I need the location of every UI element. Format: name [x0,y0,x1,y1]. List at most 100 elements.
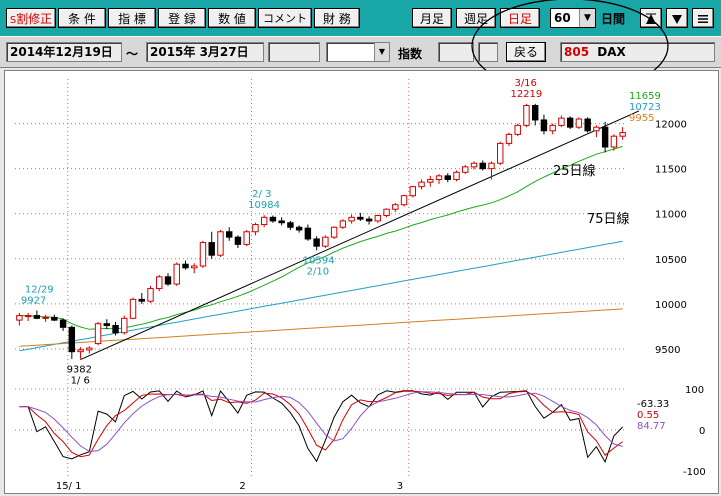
main-toolbar: S割修正 条 件 指 標 登 録 数 値 コメント 財 務 月足 週足 日足 6… [0,0,721,36]
candle-body [121,317,128,334]
candle-body [252,224,259,233]
annotation-label: 10984 [248,200,280,211]
monthly-button[interactable]: 月足 [412,8,452,28]
candle-body [409,186,417,197]
candle-body [208,242,215,256]
osc-tick-label: -100 [683,467,706,478]
candle-body [584,118,591,132]
candle-body [531,105,539,121]
triangle-up-left-icon [646,13,656,24]
candle-body [287,222,294,228]
candle-body [566,117,574,128]
candle-body [173,263,180,285]
candle-body [182,263,189,269]
candle-body [199,242,207,267]
chevron-down-icon: ▼ [374,43,389,61]
register-button[interactable]: 登 録 [158,8,206,28]
date-tick-label: 2 [239,481,245,492]
candle-body [112,325,119,334]
candle-body [540,119,548,132]
annotation-label: 2/10 [307,266,329,277]
values-button[interactable]: 数 値 [208,8,256,28]
candle-body [479,162,486,170]
index-label: 指数 [398,47,423,61]
candle-body [278,220,285,224]
triangle-down-icon [672,15,682,24]
candle-body [225,231,233,238]
candle-body [313,238,320,247]
osc-value: 0.55 [637,410,659,421]
candle-body [260,216,268,226]
conditions-button[interactable]: 条 件 [58,8,106,28]
candle-body [330,226,338,238]
candle-body [392,204,399,210]
candle-body [86,347,93,351]
candle-body [348,216,355,222]
back-button[interactable]: 戻る [506,42,546,62]
market-select[interactable]: ▼ [326,42,390,62]
candle-body [365,218,373,222]
price-legend-value: 10723 [629,102,661,113]
osc-tick-label: 0 [699,426,705,437]
candle-body [497,142,504,164]
candle-body [418,181,425,188]
candle-body [295,226,303,231]
empty-field[interactable] [268,42,320,62]
annotation-label: 12/29 [25,284,54,295]
price-tick-label: 10500 [655,255,687,266]
price-legend-value: 11659 [629,91,661,102]
candle-body [593,126,600,132]
stock-code-field[interactable]: 805 DAX [560,42,715,62]
ma-long-line [19,308,623,347]
osc-value: -63.33 [637,399,669,410]
candle-body [488,162,495,170]
index-field-2[interactable] [478,42,498,62]
candle-body [400,195,408,206]
candle-body [129,298,137,319]
candle-body [549,124,556,132]
candle-body [462,166,469,173]
date-to-field[interactable]: 2015年 3月27日 [146,42,264,62]
candle-body [383,208,390,217]
ma25-label: 25日線 [553,163,596,179]
chart-area[interactable]: 12000 11500 11000 10500 10000 9500 15/ 1 2 3 12/2… [4,70,719,494]
days-label: 日間 [601,12,626,26]
days-count-value: 60 [554,11,571,25]
index-field-1[interactable] [438,42,474,62]
trend-line [80,110,640,361]
candle-body [156,276,163,290]
candle-body [103,323,111,327]
osc-value: 84.77 [637,421,666,432]
date-from-field[interactable]: 2014年12月19日 [6,42,122,62]
candle-body [558,117,565,126]
days-count-select[interactable]: 60 ▼ [550,8,596,28]
comment-button[interactable]: コメント [258,8,312,28]
split-correction-button[interactable]: S割修正 [6,8,56,28]
candle-body [164,276,172,285]
annotation-label: 1/ 6 [71,376,90,387]
daily-button[interactable]: 日足 [500,8,540,28]
candle-body [601,126,609,148]
price-tick-label: 9500 [655,345,680,356]
weekly-button[interactable]: 週足 [456,8,496,28]
candle-body [68,326,76,353]
candle-body [16,315,23,321]
candle-body [217,231,224,256]
annotation-label: 9382 [67,365,92,376]
scroll-down-button[interactable] [666,8,688,28]
candle-body [339,220,347,228]
osc-line-k [19,389,623,464]
date-tick-label: 3 [397,481,403,492]
scroll-start-button[interactable] [640,8,662,28]
candle-body [138,298,145,302]
indicators-button[interactable]: 指 標 [108,8,156,28]
financial-button[interactable]: 財 務 [314,8,360,28]
price-chart: 12000 11500 11000 10500 10000 9500 15/ 1 2 3 12/2… [15,78,706,492]
menu-button[interactable] [692,8,714,28]
candle-body [357,216,364,220]
candle-body [322,236,329,247]
candle-body [59,319,67,328]
candle-body [435,175,443,180]
candle-body [33,315,41,319]
candle-body [610,135,618,148]
